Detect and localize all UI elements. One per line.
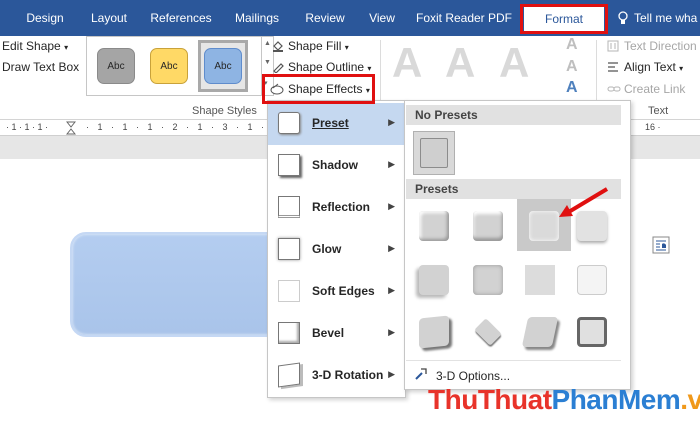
text-fill-icon[interactable]: A	[566, 36, 578, 54]
create-link-button[interactable]: Create Link	[624, 82, 685, 96]
shape-effects-button[interactable]: Shape Effects ▾	[288, 82, 370, 96]
shape-fill-button[interactable]: Shape Fill ▾	[288, 39, 349, 53]
menu-item-label: Bevel	[312, 326, 345, 340]
draw-text-box-button[interactable]: Draw Text Box	[2, 60, 79, 74]
menu-item-glow[interactable]: Glow ▶	[268, 229, 405, 271]
layout-options-icon[interactable]	[652, 236, 670, 254]
3d-rotation-icon	[278, 362, 300, 388]
no-presets-header: No Presets	[406, 105, 621, 125]
style-swatch-gold[interactable]: Abc	[150, 48, 188, 84]
preset-12[interactable]	[571, 311, 611, 351]
preset-2[interactable]	[467, 205, 507, 245]
shape-effects-icon	[270, 83, 284, 95]
menu-item-3d-rotation[interactable]: 3-D Rotation ▶	[268, 355, 405, 397]
shadow-icon	[278, 154, 300, 176]
menu-item-shadow[interactable]: Shadow ▶	[268, 145, 405, 187]
preset-7[interactable]	[519, 259, 559, 299]
align-text-button[interactable]: Align Text ▾	[624, 60, 683, 74]
preset-10[interactable]	[467, 311, 507, 351]
shape-effects-menu: Preset ▶ Shadow ▶ Reflection ▶ Glow ▶ So…	[267, 100, 406, 398]
tab-design[interactable]: Design	[14, 0, 76, 36]
chevron-right-icon: ▶	[388, 117, 395, 127]
tab-references[interactable]: References	[143, 0, 219, 36]
group-label-text: Text	[648, 105, 669, 117]
preset-none[interactable]	[413, 131, 455, 175]
style-swatch-gray[interactable]: Abc	[97, 48, 135, 84]
chevron-right-icon: ▶	[388, 159, 395, 169]
style-swatch-blue[interactable]: Abc	[204, 48, 242, 84]
tab-view[interactable]: View	[358, 0, 406, 36]
shape-styles-gallery: Abc Abc Abc	[86, 36, 262, 96]
shape-outline-button[interactable]: Shape Outline ▾	[288, 60, 371, 74]
menu-item-soft-edges[interactable]: Soft Edges ▶	[268, 271, 405, 313]
tab-layout[interactable]: Layout	[80, 0, 138, 36]
edit-shape-button[interactable]: Edit Shape ▾	[2, 39, 68, 53]
red-pointer-arrow	[555, 185, 611, 221]
preset-9[interactable]	[413, 311, 453, 351]
preset-icon	[278, 112, 300, 134]
menu-item-label: Preset	[312, 116, 349, 130]
tab-review[interactable]: Review	[296, 0, 354, 36]
ribbon-tab-bar: Design Layout References Mailings Review…	[0, 0, 700, 36]
ruler-left-ticks: · 1 · 1 · 1 ·	[6, 122, 49, 132]
glow-icon	[278, 238, 300, 260]
menu-item-label: Shadow	[312, 158, 359, 172]
chevron-right-icon: ▶	[388, 327, 395, 337]
preset-6[interactable]	[467, 259, 507, 299]
text-effects-icon[interactable]: A	[566, 79, 578, 97]
menu-item-bevel[interactable]: Bevel ▶	[268, 313, 405, 355]
ruler-number-16: 16 ·	[645, 122, 661, 132]
group-label-shape-styles: Shape Styles	[192, 105, 257, 117]
3d-options-icon	[414, 367, 428, 381]
preset-11[interactable]	[519, 311, 559, 351]
chevron-right-icon: ▶	[388, 201, 395, 211]
menu-item-label: Soft Edges	[312, 284, 375, 298]
bevel-icon	[278, 322, 300, 344]
chevron-right-icon: ▶	[388, 243, 395, 253]
lightbulb-icon	[618, 11, 628, 25]
menu-item-label: Glow	[312, 242, 342, 256]
pen-outline-icon	[272, 61, 284, 74]
menu-item-label: 3-D Rotation	[312, 368, 384, 382]
tab-format[interactable]: Format	[524, 5, 604, 33]
wordart-style-1[interactable]: A	[392, 39, 422, 87]
preset-submenu: No Presets Presets 3-D Options...	[404, 100, 631, 390]
rounded-rectangle-shape[interactable]	[70, 232, 285, 337]
preset-1[interactable]	[413, 205, 453, 245]
text-direction-button[interactable]: Text Direction	[624, 39, 697, 53]
link-icon	[607, 83, 621, 95]
tab-mailings[interactable]: Mailings	[225, 0, 289, 36]
3d-options-label: 3-D Options...	[436, 369, 511, 383]
preset-8[interactable]	[571, 259, 611, 299]
text-outline-icon[interactable]: A	[566, 58, 578, 76]
reflection-icon	[278, 196, 300, 218]
indent-marker-icon[interactable]	[65, 121, 77, 135]
soft-edges-icon	[278, 280, 300, 302]
wordart-style-2[interactable]: A	[445, 39, 475, 87]
chevron-right-icon: ▶	[388, 369, 395, 379]
paint-bucket-icon	[272, 40, 284, 52]
menu-item-reflection[interactable]: Reflection ▶	[268, 187, 405, 229]
text-direction-icon	[607, 40, 619, 52]
preset-5[interactable]	[413, 259, 453, 299]
wordart-style-3[interactable]: A	[499, 39, 529, 87]
menu-item-label: Reflection	[312, 200, 371, 214]
chevron-right-icon: ▶	[388, 285, 395, 295]
watermark-logo: ThuThuatPhanMem.vn	[428, 384, 700, 415]
menu-item-preset[interactable]: Preset ▶	[268, 103, 405, 145]
align-text-icon	[607, 61, 619, 73]
tell-me-search[interactable]: Tell me wha	[634, 0, 700, 36]
ruler-ticks: · 1 · 1 · 1 · 2 · 1 · 3 · 1 · 4 ·	[86, 122, 293, 132]
tab-foxit-reader-pdf[interactable]: Foxit Reader PDF	[412, 0, 516, 36]
